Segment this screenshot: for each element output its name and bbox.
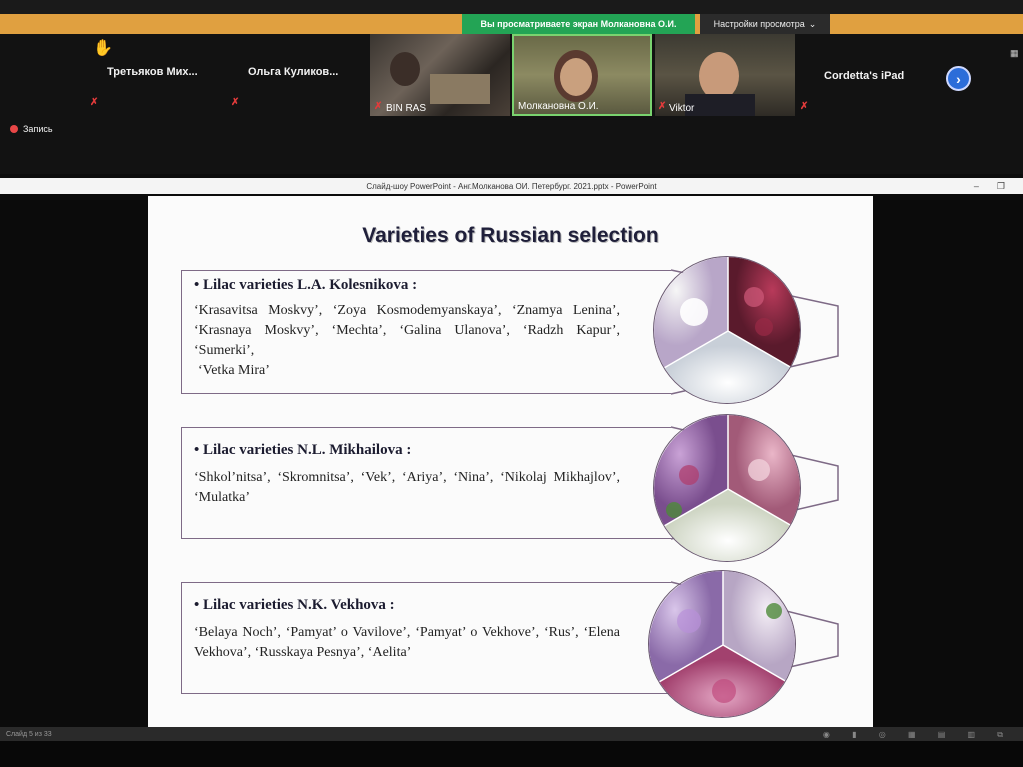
record-dot-icon	[10, 125, 18, 133]
share-banner: Вы просматриваете экран Молкановна О.И.	[462, 14, 695, 34]
video-tile-viktor[interactable]: Viktor	[655, 34, 795, 116]
view-settings-label: Настройки просмотра	[713, 19, 805, 29]
lilac-photo-mikhailova	[653, 414, 801, 562]
top-strip	[0, 0, 1023, 14]
restore-icon[interactable]: ❐	[997, 181, 1005, 192]
raised-hand-icon: ✋	[93, 40, 113, 57]
window-controls: – ❐	[974, 178, 1005, 194]
mic-muted-icon: ✗	[90, 97, 99, 108]
lilac-photo-vekhova	[648, 570, 796, 718]
video-tile-bin-ras[interactable]: BIN RAS	[370, 34, 510, 116]
chevron-right-icon: ›	[956, 70, 961, 87]
mic-muted-icon: ✗	[658, 101, 667, 112]
mic-muted-icon: ✗	[231, 97, 240, 108]
participant-tretyakov[interactable]: Третьяков Мих...	[107, 66, 198, 78]
next-participants-button[interactable]: ›	[946, 66, 971, 91]
mic-muted-icon: ✗	[800, 101, 809, 112]
ppt-window-title: Слайд-шоу PowerPoint - Анг.Молканова ОИ.…	[0, 178, 1023, 194]
minimize-icon[interactable]: –	[974, 181, 979, 191]
view-controls[interactable]: ◉ ▮ ◎ ▦ ▤ ▥ ⧉	[823, 730, 1013, 740]
recording-label: Запись	[23, 124, 53, 134]
bottom-bar	[0, 741, 1023, 767]
participant-kulikova[interactable]: Ольга Куликов...	[248, 66, 338, 78]
gallery-grid-icon[interactable]: ▦	[1010, 48, 1019, 59]
tile-label: BIN RAS	[386, 103, 427, 114]
tile-label: Молкановна О.И.	[518, 101, 599, 112]
chevron-down-icon: ⌄	[808, 18, 817, 29]
mic-muted-icon: ✗	[374, 101, 383, 112]
recording-indicator: Запись	[10, 124, 53, 134]
slide: Varieties of Russian selection • Lilac v…	[148, 196, 873, 731]
video-tile-speaker[interactable]: Молкановна О.И.	[512, 34, 652, 116]
view-settings-button[interactable]: Настройки просмотра ⌄	[700, 14, 830, 34]
participant-cordetta[interactable]: Cordetta's iPad	[824, 70, 904, 82]
slide-counter: Слайд 5 из 33	[6, 730, 52, 738]
lilac-photo-kolesnikova	[653, 256, 801, 404]
tile-label: Viktor	[669, 103, 695, 114]
